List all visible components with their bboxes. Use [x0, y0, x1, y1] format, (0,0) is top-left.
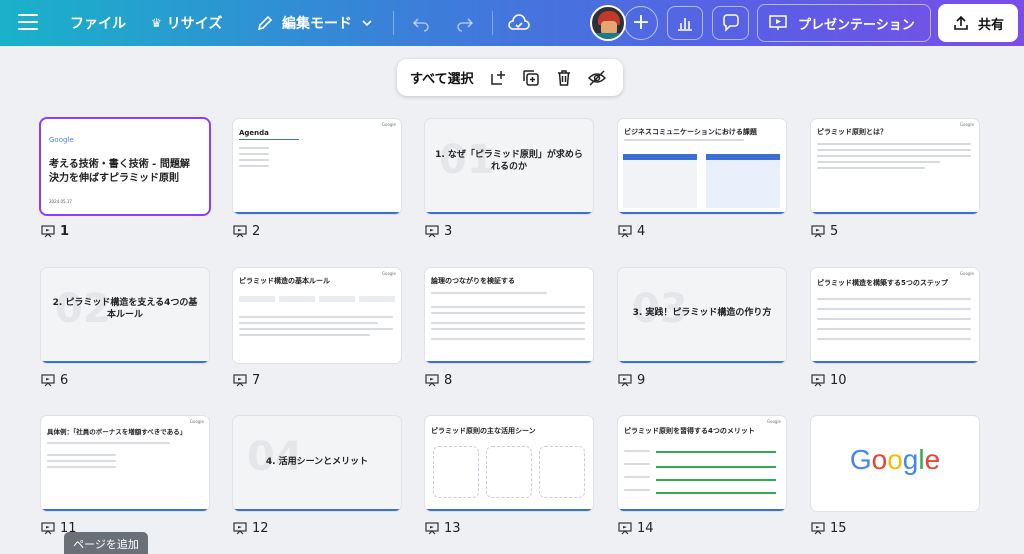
top-toolbar: ファイル ♛ リサイズ 編集モード + プレゼンテーション 共有	[0, 0, 1024, 46]
cloud-check-icon	[508, 14, 530, 30]
speaker-notes-icon	[425, 522, 439, 535]
share-button[interactable]: 共有	[938, 4, 1018, 42]
file-menu-label: ファイル	[70, 16, 126, 32]
speaker-notes-icon	[425, 225, 439, 238]
google-logo: Google	[49, 136, 74, 144]
slide-number-14: 14	[618, 521, 654, 536]
comment-button[interactable]	[712, 6, 749, 40]
slide-title: Agenda	[239, 129, 269, 137]
slide-thumbnail-15[interactable]: Google	[811, 416, 979, 511]
slide-title: 4. 活用シーンとメリット	[265, 457, 369, 467]
slide-number-12: 12	[233, 521, 269, 536]
bar-chart-icon	[678, 18, 692, 31]
select-all-button[interactable]: すべて選択	[410, 68, 474, 87]
add-collaborator-button[interactable]: +	[624, 6, 658, 40]
speaker-notes-icon	[41, 374, 55, 387]
slide-thumbnail-1[interactable]: Google 考える技術・書く技術 - 問題解決力を伸ばすピラミッド原則 202…	[41, 119, 209, 214]
speaker-notes-icon	[41, 522, 55, 535]
slide-title: 論理のつながりを検証する	[431, 277, 515, 285]
speaker-notes-icon	[618, 374, 632, 387]
resize-label: リサイズ	[166, 16, 223, 32]
slide-thumbnail-7[interactable]: Google ピラミッド構造の基本ルール	[233, 268, 401, 363]
selection-toolbar: すべて選択	[397, 59, 623, 96]
slide-thumbnail-11[interactable]: Google 具体例：「社員のボーナスを増額すべきである」	[41, 416, 209, 511]
upload-icon	[954, 15, 968, 30]
slide-thumbnail-13[interactable]: ピラミッド原則の主な活用シーン	[425, 416, 593, 511]
add-page-label: ページを追加	[73, 538, 139, 551]
undo-icon	[412, 18, 429, 32]
slide-number-13: 13	[425, 521, 461, 536]
slide-title: ピラミッド原則とは？	[817, 128, 887, 136]
slide-title: ピラミッド構造の基本ルール	[239, 277, 330, 285]
slide-number-10: 10	[811, 373, 847, 388]
insights-button[interactable]	[667, 6, 703, 40]
slide-number-15: 15	[811, 521, 847, 536]
plus-icon: +	[631, 10, 651, 35]
slide-title: ビジネスコミュニケーションにおける課題	[624, 128, 757, 136]
slide-title: 考える技術・書く技術 - 問題解決力を伸ばすピラミッド原則	[49, 159, 190, 184]
slide-thumbnail-12[interactable]: 04 4. 活用シーンとメリット	[233, 416, 401, 511]
slide-number-6: 6	[41, 373, 68, 388]
share-label: 共有	[977, 17, 1004, 33]
menu-icon[interactable]	[18, 14, 38, 32]
edit-mode-label: 編集モード	[282, 16, 352, 32]
resize-button[interactable]: ♛ リサイズ	[151, 0, 222, 46]
slide-number-2: 2	[233, 224, 260, 239]
speaker-notes-icon	[618, 522, 632, 535]
speaker-notes-icon	[618, 225, 632, 238]
slide-title: ピラミッド原則を習得する4つのメリット	[624, 427, 755, 435]
speaker-notes-icon	[811, 374, 825, 387]
speaker-notes-icon	[41, 225, 55, 238]
redo-icon	[457, 18, 474, 32]
slide-title: ピラミッド構造を構築する5つのステップ	[817, 279, 948, 287]
comment-icon	[722, 14, 739, 32]
slide-thumbnail-10[interactable]: Google ピラミッド構造を構築する5つのステップ	[811, 268, 979, 363]
slide-title: 1. なぜ「ピラミッド原則」が求められるのか	[435, 150, 583, 173]
slide-thumbnail-9[interactable]: 03 3. 実践！ピラミッド構造の作り方	[618, 268, 786, 363]
speaker-notes-icon	[425, 374, 439, 387]
crown-icon: ♛	[151, 16, 162, 30]
speaker-notes-icon	[811, 225, 825, 238]
slide-number-3: 3	[425, 224, 452, 239]
avatar[interactable]	[590, 5, 626, 41]
hide-eye-icon[interactable]	[587, 68, 607, 88]
slide-number-7: 7	[233, 373, 260, 388]
redo-button[interactable]	[448, 6, 482, 40]
slide-thumbnail-8[interactable]: 論理のつながりを検証する	[425, 268, 593, 363]
slide-number-5: 5	[811, 224, 838, 239]
trash-icon[interactable]	[554, 68, 574, 88]
slide-date: 2024.05.17	[49, 199, 72, 204]
present-button[interactable]: プレゼンテーション	[757, 4, 931, 42]
slide-thumbnail-14[interactable]: Google ピラミッド原則を習得する4つのメリット	[618, 416, 786, 511]
speaker-notes-icon	[811, 522, 825, 535]
presentation-icon	[769, 15, 787, 30]
slide-title: 具体例：「社員のボーナスを増額すべきである」	[47, 428, 187, 436]
slide-number-4: 4	[618, 224, 645, 239]
undo-button[interactable]	[404, 6, 438, 40]
slide-thumbnail-5[interactable]: Google ピラミッド原則とは？	[811, 119, 979, 214]
slide-title: ピラミッド原則の主な活用シーン	[431, 427, 536, 435]
speaker-notes-icon	[233, 225, 247, 238]
speaker-notes-icon	[233, 522, 247, 535]
file-menu[interactable]: ファイル	[70, 0, 126, 46]
slide-thumbnail-6[interactable]: 02 2. ピラミッド構造を支える4つの基本ルール	[41, 268, 209, 363]
pencil-icon	[257, 15, 273, 31]
chevron-down-icon	[362, 20, 372, 27]
slide-thumbnail-2[interactable]: Google Agenda	[233, 119, 401, 214]
google-logo: Google	[849, 444, 941, 475]
slide-number-1: 1	[41, 224, 69, 239]
duplicate-icon[interactable]	[521, 68, 541, 88]
add-slide-icon[interactable]	[488, 68, 508, 88]
edit-mode-dropdown[interactable]: 編集モード	[256, 0, 374, 46]
slide-thumbnail-3[interactable]: 01 1. なぜ「ピラミッド原則」が求められるのか	[425, 119, 593, 214]
cloud-save-button[interactable]	[502, 6, 536, 40]
add-page-button[interactable]: ページを追加	[64, 532, 148, 554]
present-label: プレゼンテーション	[798, 17, 915, 33]
slide-title: 3. 実践！ピラミッド構造の作り方	[632, 308, 772, 318]
slide-thumbnail-4[interactable]: ビジネスコミュニケーションにおける課題	[618, 119, 786, 214]
slide-number-8: 8	[425, 373, 452, 388]
speaker-notes-icon	[233, 374, 247, 387]
slide-title: 2. ピラミッド構造を支える4つの基本ルール	[52, 298, 198, 321]
slide-number-9: 9	[618, 373, 645, 388]
